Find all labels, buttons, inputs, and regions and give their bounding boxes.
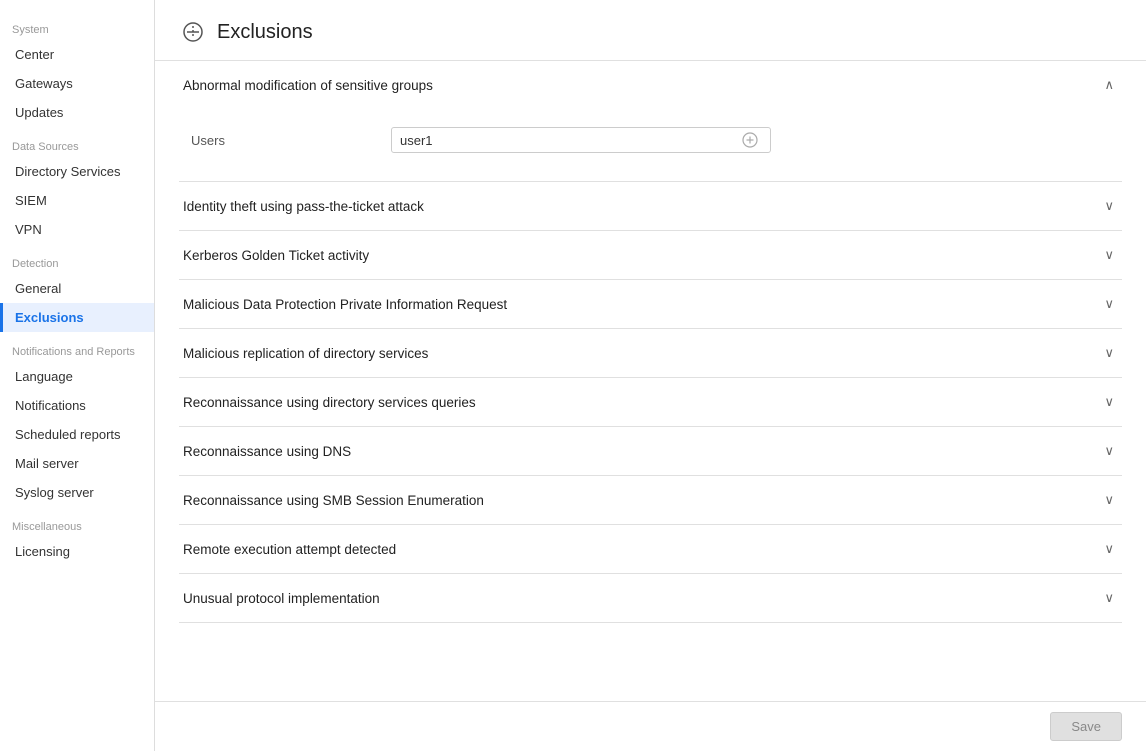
sidebar-item-directory-services[interactable]: Directory Services <box>0 157 154 186</box>
sidebar-section-label: Miscellaneous <box>0 507 154 537</box>
accordion-chevron-remote-exec: ∨ <box>1104 541 1114 557</box>
field-input-wrap-abnormal-modification <box>391 127 771 153</box>
sidebar-item-licensing[interactable]: Licensing <box>0 537 154 566</box>
sidebar-item-scheduled-reports[interactable]: Scheduled reports <box>0 420 154 449</box>
sidebar-section-label: Detection <box>0 244 154 274</box>
sidebar-section-label: Data Sources <box>0 127 154 157</box>
accordion-header-malicious-dpapi[interactable]: Malicious Data Protection Private Inform… <box>179 280 1122 328</box>
accordion-header-unusual-protocol[interactable]: Unusual protocol implementation ∨ <box>179 574 1122 622</box>
accordion-chevron-identity-theft: ∨ <box>1104 198 1114 214</box>
accordion-header-recon-ds[interactable]: Reconnaissance using directory services … <box>179 378 1122 426</box>
accordion-chevron-recon-dns: ∨ <box>1104 443 1114 459</box>
footer: Save <box>155 701 1146 751</box>
accordion-item-unusual-protocol: Unusual protocol implementation ∨ <box>179 574 1122 623</box>
sidebar-item-center[interactable]: Center <box>0 40 154 69</box>
accordion-header-remote-exec[interactable]: Remote execution attempt detected ∨ <box>179 525 1122 573</box>
accordion-header-recon-smb[interactable]: Reconnaissance using SMB Session Enumera… <box>179 476 1122 524</box>
sidebar: SystemCenterGatewaysUpdatesData SourcesD… <box>0 0 155 751</box>
accordion-item-abnormal-modification: Abnormal modification of sensitive group… <box>179 61 1122 182</box>
sidebar-item-updates[interactable]: Updates <box>0 98 154 127</box>
sidebar-section-label: System <box>0 10 154 40</box>
sidebar-item-siem[interactable]: SIEM <box>0 186 154 215</box>
accordion-title-malicious-replication: Malicious replication of directory servi… <box>183 346 428 361</box>
sidebar-item-gateways[interactable]: Gateways <box>0 69 154 98</box>
exclusions-list: Abnormal modification of sensitive group… <box>155 61 1146 701</box>
accordion-title-recon-dns: Reconnaissance using DNS <box>183 444 351 459</box>
accordion-item-recon-smb: Reconnaissance using SMB Session Enumera… <box>179 476 1122 525</box>
accordion-header-kerberos-golden[interactable]: Kerberos Golden Ticket activity ∨ <box>179 231 1122 279</box>
field-input-abnormal-modification[interactable] <box>400 133 738 148</box>
accordion-title-identity-theft: Identity theft using pass-the-ticket att… <box>183 199 424 214</box>
sidebar-item-syslog-server[interactable]: Syslog server <box>0 478 154 507</box>
accordion-item-recon-dns: Reconnaissance using DNS ∨ <box>179 427 1122 476</box>
accordion-item-kerberos-golden: Kerberos Golden Ticket activity ∨ <box>179 231 1122 280</box>
accordion-header-malicious-replication[interactable]: Malicious replication of directory servi… <box>179 329 1122 377</box>
accordion-title-recon-ds: Reconnaissance using directory services … <box>183 395 476 410</box>
accordion-chevron-recon-smb: ∨ <box>1104 492 1114 508</box>
sidebar-item-mail-server[interactable]: Mail server <box>0 449 154 478</box>
field-add-button-abnormal-modification[interactable] <box>738 132 762 148</box>
sidebar-item-notifications[interactable]: Notifications <box>0 391 154 420</box>
accordion-title-malicious-dpapi: Malicious Data Protection Private Inform… <box>183 297 507 312</box>
field-row-abnormal-modification: Users <box>179 119 1122 161</box>
accordion-chevron-kerberos-golden: ∨ <box>1104 247 1114 263</box>
accordion-item-remote-exec: Remote execution attempt detected ∨ <box>179 525 1122 574</box>
sidebar-item-exclusions[interactable]: Exclusions <box>0 303 154 332</box>
accordion-chevron-unusual-protocol: ∨ <box>1104 590 1114 606</box>
accordion-item-malicious-replication: Malicious replication of directory servi… <box>179 329 1122 378</box>
exclusions-icon <box>179 18 207 46</box>
sidebar-item-language[interactable]: Language <box>0 362 154 391</box>
accordion-body-abnormal-modification: Users <box>179 109 1122 181</box>
accordion-chevron-malicious-dpapi: ∨ <box>1104 296 1114 312</box>
accordion-header-identity-theft[interactable]: Identity theft using pass-the-ticket att… <box>179 182 1122 230</box>
main-content: Exclusions Abnormal modification of sens… <box>155 0 1146 751</box>
save-button[interactable]: Save <box>1050 712 1122 741</box>
accordion-title-recon-smb: Reconnaissance using SMB Session Enumera… <box>183 493 484 508</box>
page-header: Exclusions <box>155 0 1146 61</box>
field-label-abnormal-modification: Users <box>191 133 391 148</box>
accordion-title-abnormal-modification: Abnormal modification of sensitive group… <box>183 78 433 93</box>
sidebar-section-label: Notifications and Reports <box>0 332 154 362</box>
sidebar-item-general[interactable]: General <box>0 274 154 303</box>
accordion-title-remote-exec: Remote execution attempt detected <box>183 542 396 557</box>
accordion-item-malicious-dpapi: Malicious Data Protection Private Inform… <box>179 280 1122 329</box>
accordion-item-recon-ds: Reconnaissance using directory services … <box>179 378 1122 427</box>
accordion-header-recon-dns[interactable]: Reconnaissance using DNS ∨ <box>179 427 1122 475</box>
accordion-chevron-recon-ds: ∨ <box>1104 394 1114 410</box>
accordion-header-abnormal-modification[interactable]: Abnormal modification of sensitive group… <box>179 61 1122 109</box>
accordion-chevron-abnormal-modification: ∧ <box>1104 77 1114 93</box>
accordion-item-identity-theft: Identity theft using pass-the-ticket att… <box>179 182 1122 231</box>
sidebar-item-vpn[interactable]: VPN <box>0 215 154 244</box>
page-title: Exclusions <box>217 21 313 44</box>
accordion-title-kerberos-golden: Kerberos Golden Ticket activity <box>183 248 369 263</box>
accordion-chevron-malicious-replication: ∨ <box>1104 345 1114 361</box>
accordion-title-unusual-protocol: Unusual protocol implementation <box>183 591 380 606</box>
